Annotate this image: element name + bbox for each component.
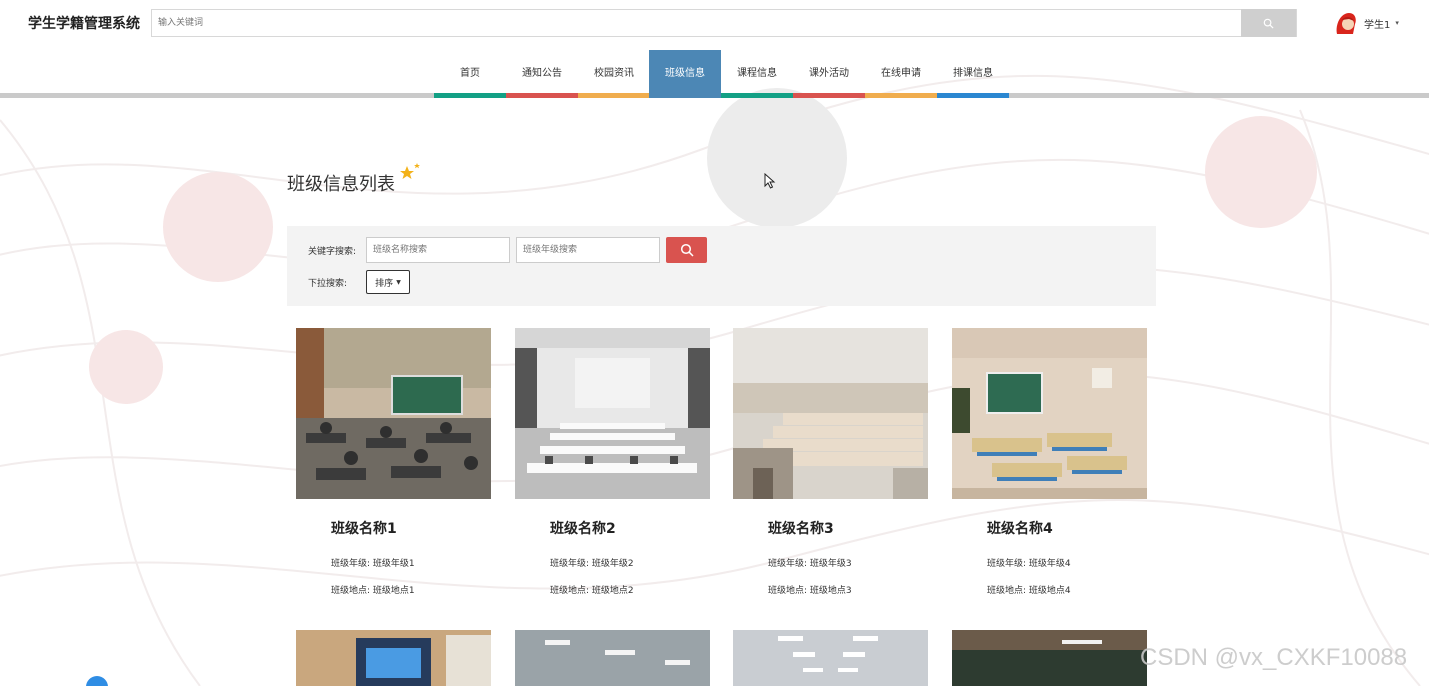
class-grade: 班级年级: 班级年级3: [768, 559, 852, 569]
brand-title[interactable]: 学生学籍管理系统: [28, 13, 140, 33]
class-grade: 班级年级: 班级年级2: [550, 559, 634, 569]
nav-item-label: 通知公告: [522, 67, 562, 79]
nav-item-schedule[interactable]: 排课信息: [937, 50, 1009, 98]
class-grade: 班级年级: 班级年级4: [987, 559, 1071, 569]
nav-color-bar: [649, 93, 721, 98]
nav-color-bar: [937, 93, 1009, 98]
class-location: 班级地点: 班级地点1: [331, 586, 415, 596]
chevron-down-icon: ▼: [396, 278, 401, 286]
class-photo: [733, 328, 928, 499]
nav-item-label: 在线申请: [881, 67, 921, 79]
nav-color-bar: [721, 93, 793, 98]
nav-item-label: 课外活动: [809, 67, 849, 79]
class-photo: [952, 630, 1147, 686]
class-name-search-input[interactable]: [366, 237, 510, 263]
nav-item-activities[interactable]: 课外活动: [793, 50, 865, 98]
sort-label: 排序: [375, 278, 394, 289]
nav-item-label: 首页: [460, 67, 480, 79]
nav-color-bar: [578, 93, 650, 98]
filter-panel: 关键字搜索: 下拉搜索: 排序 ▼: [287, 226, 1156, 306]
search-icon: [680, 243, 694, 257]
class-name: 班级名称1: [331, 521, 397, 537]
global-search: [151, 9, 1297, 37]
class-location: 班级地点: 班级地点2: [550, 586, 634, 596]
class-name: 班级名称3: [768, 521, 834, 537]
user-menu[interactable]: 学生1 ▾: [1333, 9, 1399, 37]
class-photo: [296, 630, 491, 686]
class-card[interactable]: 班级名称4 班级年级: 班级年级4 班级地点: 班级地点4: [952, 328, 1147, 608]
nav-item-label: 排课信息: [953, 67, 993, 79]
nav-item-notices[interactable]: 通知公告: [506, 50, 578, 98]
nav-color-bar: [506, 93, 578, 98]
nav-item-label: 班级信息: [665, 67, 705, 79]
top-header: 学生学籍管理系统 学生1 ▾: [0, 0, 1429, 46]
sort-dropdown[interactable]: 排序 ▼: [366, 270, 410, 294]
class-card[interactable]: [952, 630, 1147, 686]
class-card[interactable]: [515, 630, 710, 686]
class-photo: [733, 630, 928, 686]
class-card[interactable]: [296, 630, 491, 686]
class-name: 班级名称2: [550, 521, 616, 537]
class-card[interactable]: 班级名称2 班级年级: 班级年级2 班级地点: 班级地点2: [515, 328, 710, 608]
global-search-button[interactable]: [1241, 9, 1296, 37]
nav-item-class-info[interactable]: 班级信息: [649, 50, 721, 98]
nav-item-course-info[interactable]: 课程信息: [721, 50, 793, 98]
nav-item-home[interactable]: 首页: [434, 50, 506, 98]
global-search-input[interactable]: [152, 10, 1242, 36]
nav-color-bar: [865, 93, 937, 98]
nav-item-campus-news[interactable]: 校园资讯: [578, 50, 650, 98]
class-location: 班级地点: 班级地点4: [987, 586, 1071, 596]
class-photo: [952, 328, 1147, 499]
keyword-search-label: 关键字搜索:: [308, 247, 357, 257]
class-grade: 班级年级: 班级年级1: [331, 559, 415, 569]
nav-item-label: 校园资讯: [594, 67, 634, 79]
dropdown-search-label: 下拉搜索:: [308, 279, 348, 289]
class-card[interactable]: [733, 630, 928, 686]
watermark: CSDN @vx_CXKF10088: [1140, 644, 1408, 671]
nav-item-online-apply[interactable]: 在线申请: [865, 50, 937, 98]
star-icon: [400, 163, 420, 179]
nav-item-label: 课程信息: [737, 67, 777, 79]
search-icon: [1263, 18, 1274, 29]
class-location: 班级地点: 班级地点3: [768, 586, 852, 596]
class-photo: [515, 630, 710, 686]
chevron-down-icon: ▾: [1395, 19, 1399, 27]
filter-search-button[interactable]: [666, 237, 707, 263]
nav-color-bar: [434, 93, 506, 98]
class-photo: [296, 328, 491, 499]
class-photo: [515, 328, 710, 499]
class-grade-search-input[interactable]: [516, 237, 660, 263]
class-name: 班级名称4: [987, 521, 1053, 537]
mouse-cursor-icon: [764, 173, 776, 189]
page-title: 班级信息列表: [287, 174, 395, 195]
class-card[interactable]: 班级名称3 班级年级: 班级年级3 班级地点: 班级地点3: [733, 328, 928, 608]
nav-color-bar: [793, 93, 865, 98]
user-name: 学生1: [1364, 19, 1391, 31]
main-content: 班级信息列表 关键字搜索: 下拉搜索: 排序 ▼: [0, 0, 1429, 686]
avatar: [1336, 13, 1356, 34]
class-card[interactable]: 班级名称1 班级年级: 班级年级1 班级地点: 班级地点1: [296, 328, 491, 608]
main-nav: 首页 通知公告 校园资讯 班级信息 课程信息 课外活动 在线申请 排课信息: [0, 50, 1429, 98]
